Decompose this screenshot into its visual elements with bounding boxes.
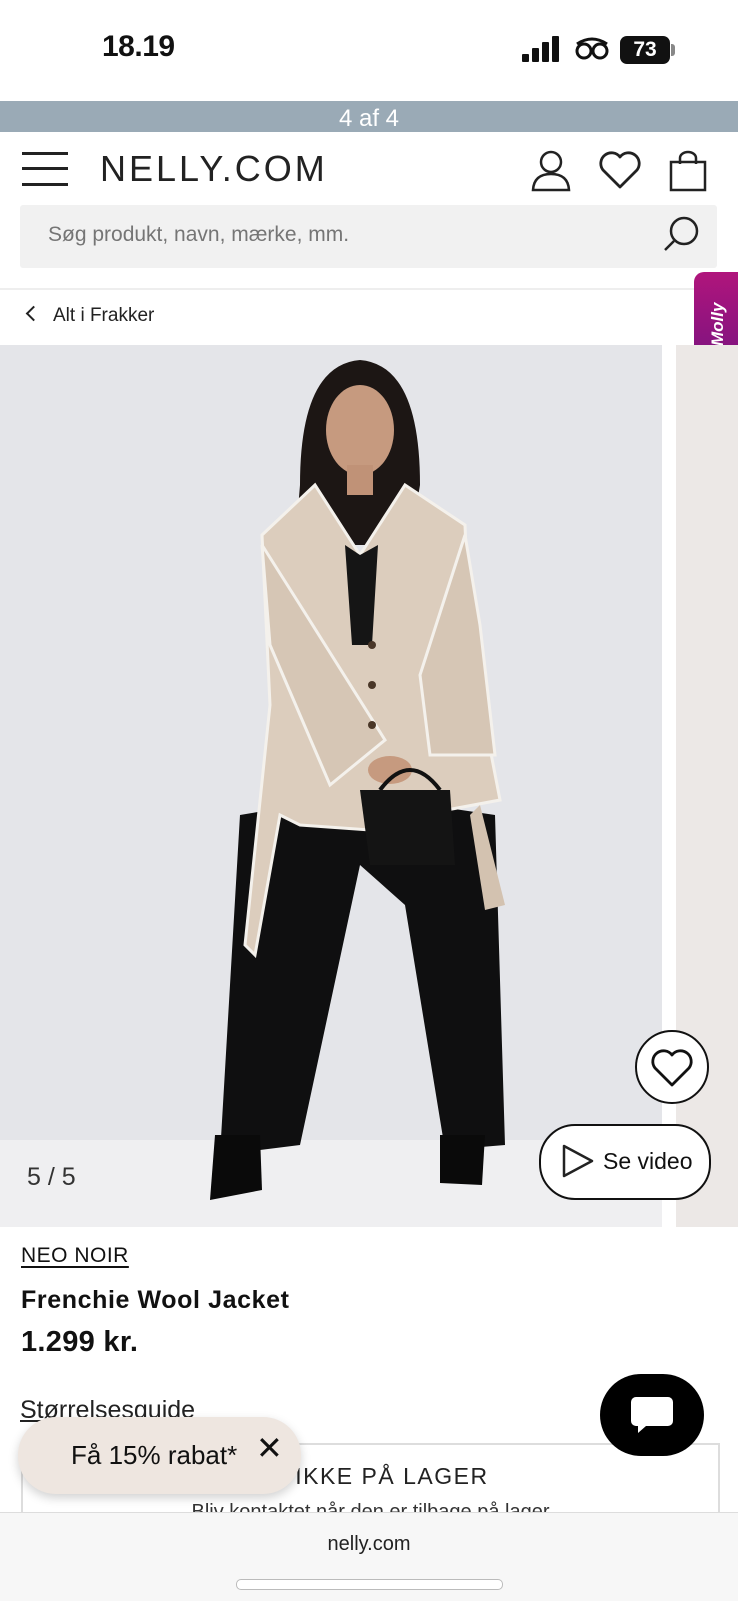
battery-indicator: 73: [620, 36, 670, 64]
close-icon[interactable]: ✕: [36, 0, 65, 34]
product-price: 1.299 kr.: [21, 1326, 139, 1358]
search-input[interactable]: [48, 223, 608, 247]
close-icon[interactable]: ✕: [256, 1429, 283, 1467]
add-to-wishlist-button[interactable]: [635, 1030, 709, 1104]
banner-text: 4 af 4: [338, 105, 400, 132]
signal-icon: [522, 36, 559, 62]
chat-button[interactable]: [600, 1374, 704, 1456]
image-counter: 5 / 5: [27, 1163, 76, 1191]
hamburger-menu-icon[interactable]: [22, 152, 68, 186]
status-time: 18.19: [102, 30, 175, 63]
home-indicator[interactable]: [236, 1579, 503, 1590]
promo-banner: 4 af 4: [0, 101, 738, 132]
glasses-icon: [575, 37, 609, 60]
divider: [0, 288, 738, 290]
chevron-left-icon: [25, 305, 42, 322]
molly-label: Molly: [708, 302, 727, 346]
url-label[interactable]: nelly.com: [0, 1533, 738, 1556]
chat-icon: [631, 1397, 673, 1433]
search-bar[interactable]: [20, 205, 717, 268]
breadcrumb[interactable]: Alt i Frakker: [25, 305, 155, 327]
battery-tip: [671, 44, 675, 56]
product-name: Frenchie Wool Jacket: [21, 1286, 290, 1314]
product-image[interactable]: [0, 345, 662, 1227]
account-icon[interactable]: [530, 150, 572, 192]
browser-bar: nelly.com: [0, 1512, 738, 1601]
shopping-bag-icon[interactable]: [668, 150, 708, 192]
search-icon[interactable]: [662, 214, 702, 254]
breadcrumb-label: Alt i Frakker: [53, 305, 155, 326]
heart-icon[interactable]: [598, 150, 642, 190]
model-illustration: [210, 360, 505, 1200]
discount-label: Få 15% rabat*: [71, 1440, 238, 1470]
video-label: Se video: [603, 1148, 693, 1174]
brand-link[interactable]: NEO NOIR: [21, 1244, 129, 1268]
heart-icon: [651, 1049, 693, 1087]
discount-popup[interactable]: Få 15% rabat* ✕: [18, 1417, 301, 1494]
play-icon: [562, 1144, 594, 1178]
site-logo[interactable]: NELLY.COM: [100, 148, 328, 190]
play-video-button[interactable]: Se video: [539, 1124, 711, 1200]
